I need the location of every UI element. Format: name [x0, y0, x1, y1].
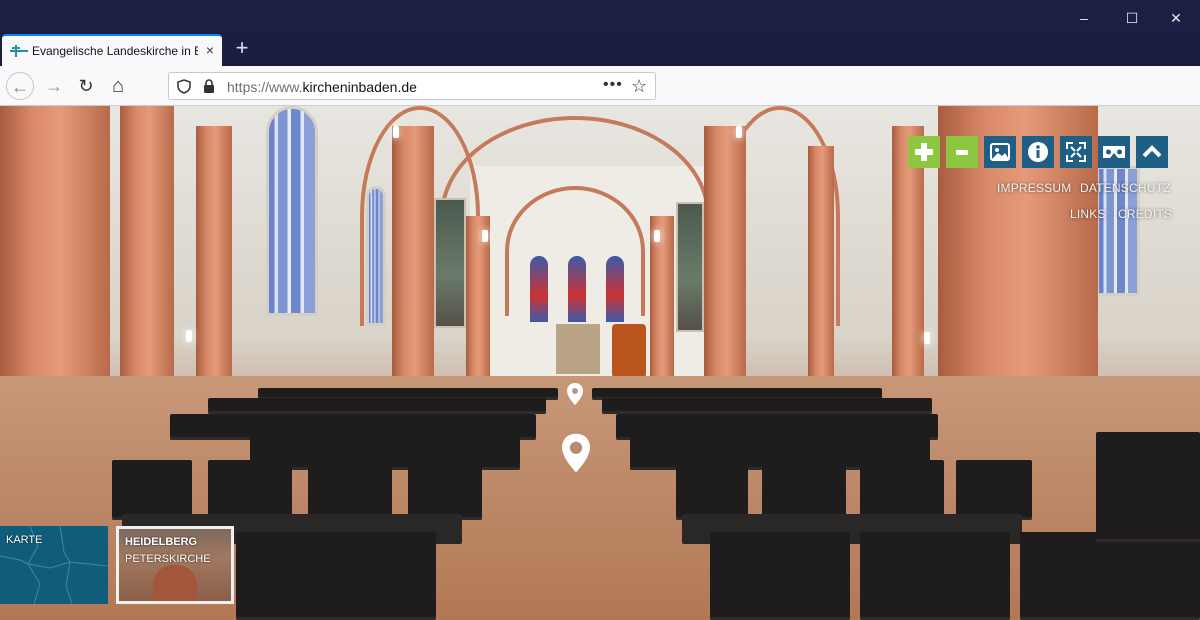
church-name-label: PETERSKIRCHE: [125, 553, 211, 565]
vr-button[interactable]: [1098, 136, 1130, 168]
reload-icon[interactable]: ↻: [72, 72, 100, 100]
pillar-left-inner: [392, 126, 434, 396]
stained-glass-window-left: [266, 106, 318, 316]
altar-window-left: [530, 256, 548, 322]
datenschutz-link[interactable]: DATENSCHUTZ: [1080, 181, 1171, 195]
nearest-chairs-left: [236, 532, 436, 620]
lamp: [186, 330, 192, 342]
browser-tab[interactable]: Evangelische Landeskirche in B ×: [2, 34, 222, 66]
shield-icon[interactable]: [177, 79, 191, 94]
lamp: [482, 230, 488, 242]
forward-arrow-icon[interactable]: →: [40, 72, 68, 100]
lamp: [736, 126, 742, 138]
lamp: [393, 126, 399, 138]
altar-window-center: [568, 256, 586, 322]
pillar-left-3: [196, 126, 232, 416]
page-actions-icon[interactable]: •••: [603, 76, 623, 94]
nearest-chairs-right: [710, 532, 1200, 620]
chevron-up-icon: [1142, 145, 1162, 158]
lock-icon[interactable]: [203, 79, 215, 94]
lamp: [924, 332, 930, 344]
credits-link[interactable]: CREDITS: [1118, 207, 1172, 221]
altar: [556, 324, 600, 374]
plus-icon: [915, 143, 933, 161]
url-text[interactable]: https://www.kircheninbaden.de: [227, 79, 417, 95]
home-icon[interactable]: ⌂: [104, 72, 132, 100]
links-link[interactable]: LINKS: [1070, 207, 1106, 221]
church-thumbnail[interactable]: HEIDELBERG PETERSKIRCHE: [116, 526, 234, 604]
pillar-right-inner: [704, 126, 746, 396]
browser-title-bar: Evangelische Landeskirche in B × + – ☐ ✕: [0, 0, 1200, 66]
wall-painting-right: [676, 202, 704, 332]
tab-title: Evangelische Landeskirche in B: [32, 44, 198, 58]
pillar-right-3: [808, 146, 834, 396]
church-facade-image: [153, 565, 197, 601]
close-tab-icon[interactable]: ×: [202, 42, 218, 58]
panorama-viewport[interactable]: IMPRESSUM DATENSCHUTZ LINKS CREDITS KART…: [0, 106, 1200, 620]
gallery-button[interactable]: [984, 136, 1016, 168]
wall-painting-left: [434, 198, 466, 328]
fullscreen-icon: [1066, 142, 1086, 162]
chair-row-left: [208, 398, 546, 414]
vr-headset-icon: [1103, 146, 1125, 158]
url-domain: kircheninbaden.de: [302, 79, 417, 95]
url-prefix: https://www.: [227, 79, 303, 95]
map-label: KARTE: [6, 534, 43, 546]
zoom-in-button[interactable]: [908, 136, 940, 168]
new-tab-icon[interactable]: +: [232, 37, 252, 59]
info-button[interactable]: [1022, 136, 1054, 168]
map-thumbnail[interactable]: KARTE: [0, 526, 108, 604]
close-window-icon[interactable]: ✕: [1166, 8, 1186, 28]
side-chairs-right: [1096, 432, 1200, 542]
altar-window-right: [606, 256, 624, 322]
maximize-icon[interactable]: ☐: [1122, 8, 1142, 28]
lamp: [654, 230, 660, 242]
impressum-link[interactable]: IMPRESSUM: [997, 181, 1071, 195]
url-bar[interactable]: https://www.kircheninbaden.de ••• ☆: [168, 72, 656, 100]
church-city-label: HEIDELBERG: [125, 536, 198, 548]
stained-glass-window-left-small: [366, 186, 386, 326]
church-favicon-icon: [10, 45, 28, 57]
zoom-out-button[interactable]: [946, 136, 978, 168]
collapse-button[interactable]: [1136, 136, 1168, 168]
navigation-bar: ← → ↻ ⌂ https://www.kircheninbaden.de ••…: [0, 66, 1200, 106]
minimize-icon[interactable]: –: [1074, 8, 1094, 28]
hotspot-marker-far[interactable]: [566, 382, 584, 406]
back-arrow-icon[interactable]: ←: [6, 72, 34, 100]
hotspot-marker-near[interactable]: [560, 432, 592, 474]
info-icon: [1028, 142, 1048, 162]
pulpit: [612, 324, 646, 378]
chair-row-right: [602, 398, 932, 414]
image-icon: [990, 143, 1010, 161]
minus-icon: [956, 150, 968, 155]
fullscreen-button[interactable]: [1060, 136, 1092, 168]
bookmark-star-icon[interactable]: ☆: [631, 76, 647, 97]
